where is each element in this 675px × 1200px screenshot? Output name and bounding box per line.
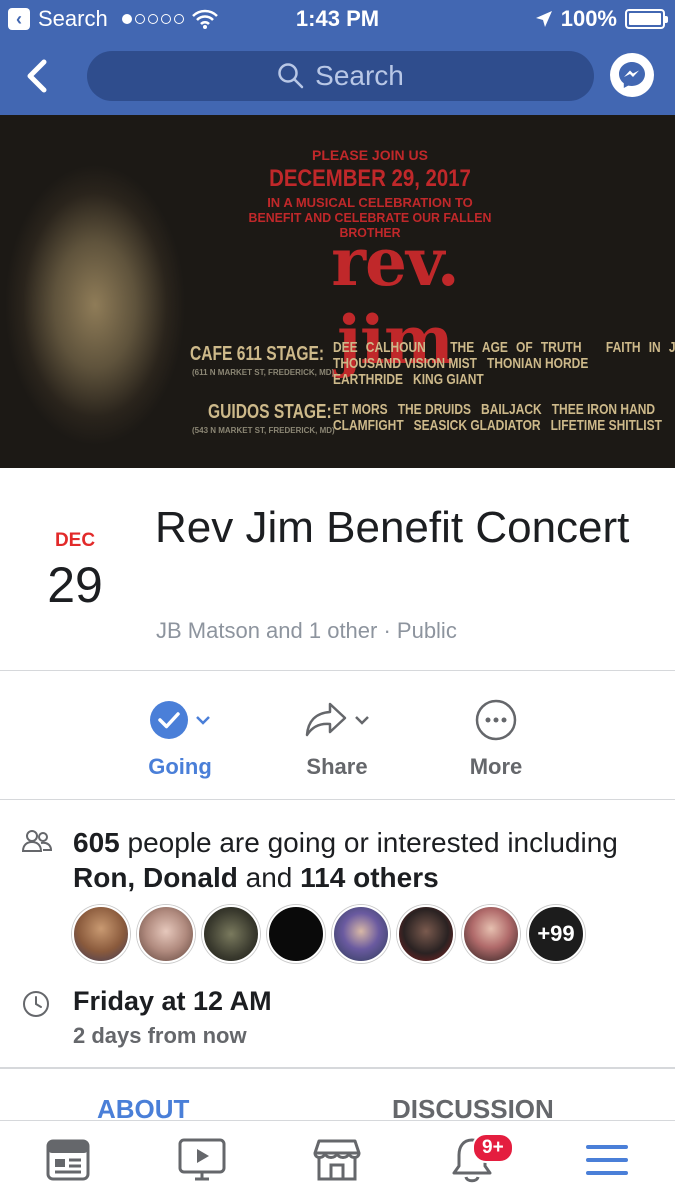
search-placeholder: Search <box>315 60 404 91</box>
avatar[interactable] <box>397 905 455 963</box>
guest-summary[interactable]: 605 people are going or interested inclu… <box>73 825 653 895</box>
location-arrow-icon <box>535 11 552 27</box>
avatar[interactable] <box>267 905 325 963</box>
event-time-relative: 2 days from now <box>73 1023 247 1048</box>
cover-line-3: IN A MUSICAL CELEBRATION TO <box>267 195 473 210</box>
more-guests-avatar[interactable]: +99 <box>527 905 585 963</box>
more-label: More <box>469 754 523 779</box>
cover-line-1: PLEASE JOIN US <box>312 147 428 163</box>
stage1-row3: EARTHRIDE KING GIANT <box>333 371 484 388</box>
clock-icon <box>23 991 49 1017</box>
stage2-name: GUIDOS STAGE: <box>208 401 332 423</box>
event-header: DEC 29 Rev Jim Benefit Concert JB Matson… <box>0 468 675 671</box>
chevron-down-icon <box>196 715 210 725</box>
event-title: Rev Jim Benefit Concert <box>155 503 630 552</box>
stage1-row1: DEE CALHOUN THE AGE OF TRUTH FAITH IN JA… <box>333 339 675 356</box>
guest-avatars[interactable]: +99 <box>72 905 585 963</box>
menu-icon[interactable] <box>577 1135 637 1185</box>
stage1-address: (611 N MARKET ST, FREDERICK, MD) <box>192 368 335 377</box>
cover-portrait <box>0 115 230 468</box>
share-arrow-icon <box>305 702 347 736</box>
event-page: ‹ Search 1:43 PM 100% Search PLEASE JOIN… <box>0 0 675 1200</box>
tab-discussion[interactable]: DISCUSSION <box>392 1094 554 1120</box>
avatar[interactable] <box>72 905 130 963</box>
marketplace-icon[interactable] <box>307 1135 367 1185</box>
event-time[interactable]: Friday at 12 AM <box>73 986 272 1017</box>
tab-about[interactable]: ABOUT <box>97 1094 189 1120</box>
event-cover-image[interactable]: PLEASE JOIN US DECEMBER 29, 2017 IN A MU… <box>0 115 675 468</box>
search-input[interactable]: Search <box>87 51 594 101</box>
stage2-row1: ET MORS THE DRUIDS BAILJACK THEE IRON HA… <box>333 401 656 418</box>
battery-icon <box>625 9 668 29</box>
nav-bar: Search <box>0 38 675 115</box>
stage2-address: (543 N MARKET ST, FREDERICK, MD) <box>192 426 335 435</box>
avatar[interactable] <box>462 905 520 963</box>
event-info: 605 people are going or interested inclu… <box>0 801 675 1069</box>
messenger-icon[interactable] <box>610 53 654 97</box>
notification-badge: 9+ <box>472 1133 514 1163</box>
event-month: DEC <box>54 530 96 551</box>
event-actions: Going Share More <box>0 672 675 800</box>
watch-icon[interactable] <box>172 1135 232 1185</box>
share-label: Share <box>306 754 368 779</box>
event-tabs: ABOUT DISCUSSION <box>0 1070 675 1120</box>
status-bar: ‹ Search 1:43 PM 100% <box>0 0 675 38</box>
bottom-tab-bar: 9+ <box>0 1120 675 1200</box>
event-day: 29 <box>47 557 103 613</box>
more-dots-icon <box>475 699 517 740</box>
back-chevron-icon[interactable] <box>20 56 56 96</box>
stage1-name: CAFE 611 STAGE: <box>190 343 325 365</box>
check-circle-icon <box>150 700 188 739</box>
going-button[interactable]: Going <box>105 697 255 780</box>
stage1-row2: THOUSAND VISION MIST THONIAN HORDE <box>333 355 589 372</box>
more-button[interactable]: More <box>421 697 571 780</box>
share-button[interactable]: Share <box>262 697 412 780</box>
avatar[interactable] <box>332 905 390 963</box>
cover-line-2: DECEMBER 29, 2017 <box>269 165 471 192</box>
search-icon <box>278 63 304 89</box>
stage2-row2: CLAMFIGHT SEASICK GLADIATOR LIFETIME SHI… <box>333 417 662 434</box>
people-icon <box>22 830 52 852</box>
event-hosts-privacy[interactable]: JB Matson and 1 other · Public <box>156 618 457 644</box>
going-label: Going <box>148 754 212 779</box>
battery-percent: 100% <box>560 6 617 31</box>
chevron-down-icon <box>355 715 369 725</box>
news-feed-icon[interactable] <box>38 1135 98 1185</box>
notifications-icon[interactable]: 9+ <box>442 1133 514 1185</box>
avatar[interactable] <box>137 905 195 963</box>
avatar[interactable] <box>202 905 260 963</box>
